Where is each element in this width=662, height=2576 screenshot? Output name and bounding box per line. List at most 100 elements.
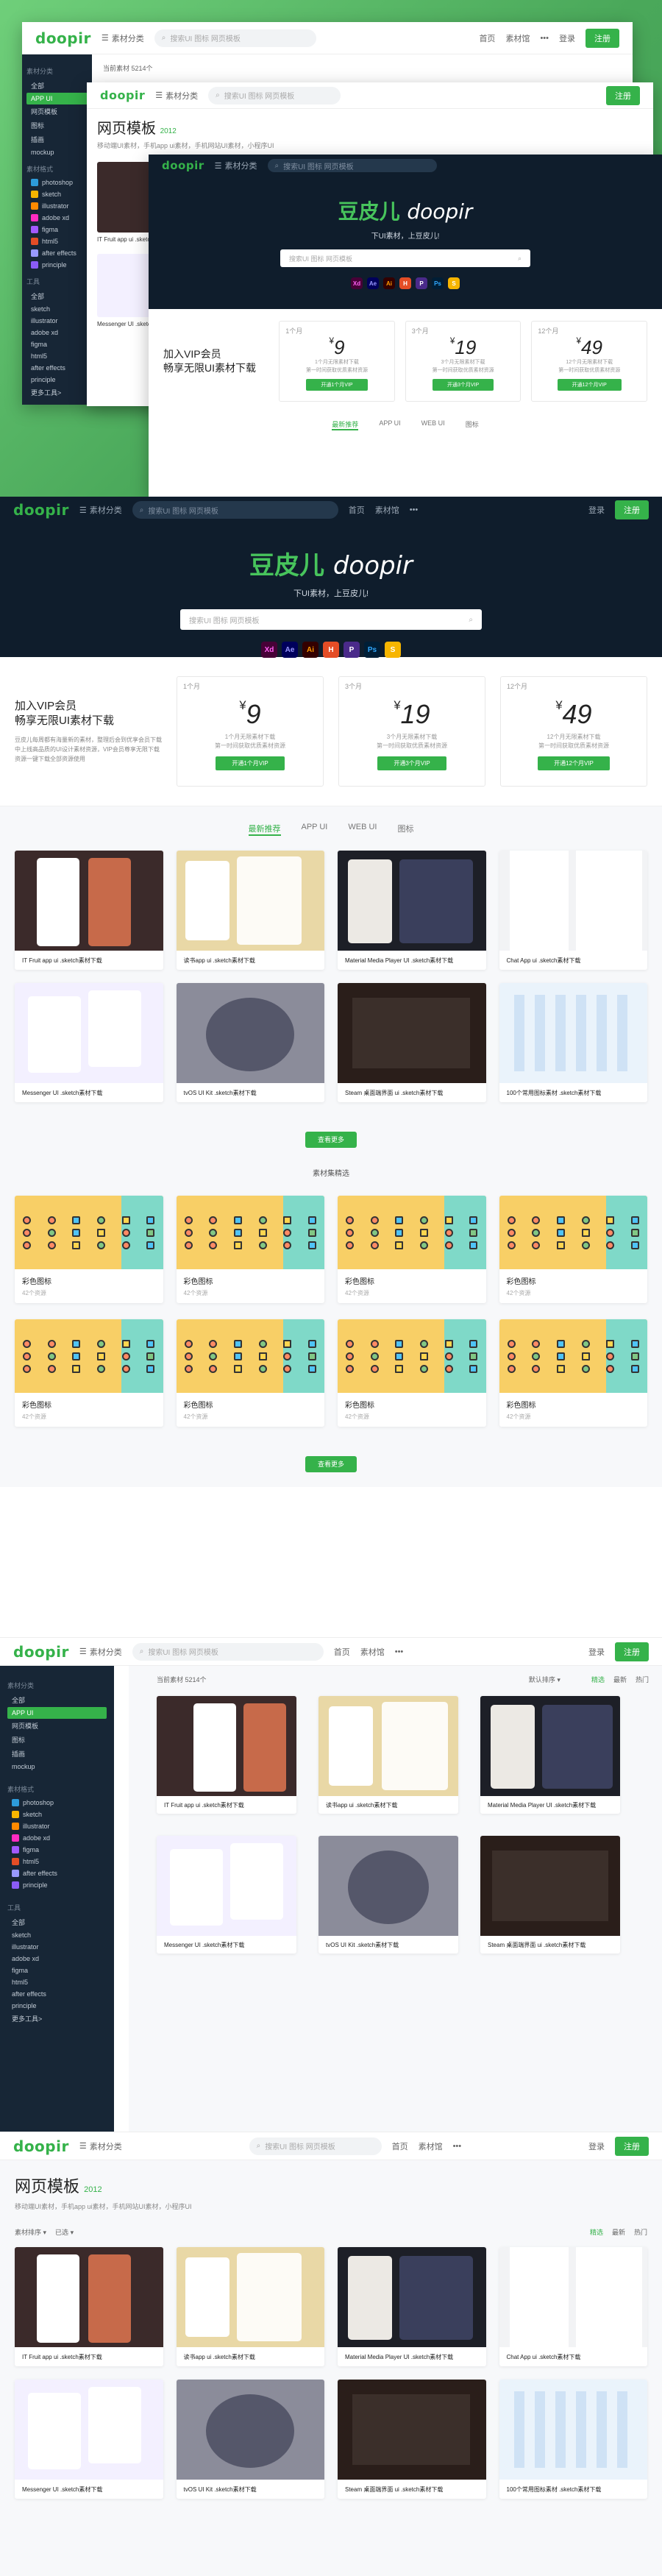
sidebar-item[interactable]: principle	[7, 2000, 107, 2012]
sidebar-item[interactable]: adobe xd	[7, 1832, 107, 1844]
sidebar-item[interactable]: sketch	[7, 1929, 107, 1941]
resource-card[interactable]: tvOS UI Kit .sketch素材下载	[176, 983, 324, 1102]
resource-card[interactable]: 100个常用图标素材 .sketch素材下载	[499, 2380, 647, 2499]
plan-card[interactable]: 1个月 ¥9 1个月无限素材下载 第一时间获取优质素材资源 开通1个月VIP	[279, 321, 395, 402]
sidebar-item[interactable]: adobe xd	[26, 212, 88, 224]
resource-card[interactable]: Material Media Player UI .sketch素材下载	[338, 851, 486, 970]
tab-web-ui[interactable]: WEB UI	[421, 419, 445, 430]
iconset-card[interactable]: 彩色图标 42个资源	[338, 1319, 486, 1427]
sidebar-item[interactable]: after effects	[26, 362, 88, 374]
plan-card[interactable]: 12个月 ¥49 12个月无限素材下载 第一时间获取优质素材资源 开通12个月VIP	[500, 676, 647, 787]
register-button[interactable]: 注册	[615, 1642, 649, 1661]
plan-card[interactable]: 1个月 ¥9 1个月无限素材下载 第一时间获取优质素材资源 开通1个月VIP	[177, 676, 324, 787]
nav-home[interactable]: 首页	[479, 32, 495, 44]
sidebar-item[interactable]: 全部	[7, 1693, 107, 1707]
search-input[interactable]: ⌕ 搜索UI 图标 网页模板	[132, 1642, 324, 1661]
sidebar-item[interactable]: sketch	[26, 188, 88, 200]
nav-library[interactable]: 素材馆	[505, 32, 530, 44]
filter-featured[interactable]: 精选	[591, 1675, 605, 1684]
sidebar-item[interactable]: html5	[26, 235, 88, 247]
load-more-button[interactable]: 查看更多	[305, 1132, 357, 1148]
resource-card[interactable]: 读书app ui .sketch素材下载	[176, 851, 324, 970]
login-link[interactable]: 登录	[588, 1646, 605, 1658]
sidebar-item[interactable]: 网页模板	[26, 104, 88, 118]
logo[interactable]: doopir	[162, 159, 204, 172]
sidebar-item[interactable]: html5	[26, 350, 88, 362]
filter-hot[interactable]: 热门	[636, 1675, 649, 1684]
sidebar-item[interactable]: figma	[26, 224, 88, 235]
sidebar-item[interactable]: photoshop	[7, 1797, 107, 1809]
iconset-card[interactable]: 彩色图标 42个资源	[338, 1196, 486, 1303]
tab-app-ui[interactable]: APP UI	[302, 823, 328, 836]
resource-card[interactable]: Messenger UI .sketch素材下载	[15, 2380, 163, 2499]
sidebar-item[interactable]: 图标	[26, 118, 88, 132]
iconset-card[interactable]: 彩色图标 42个资源	[499, 1196, 647, 1303]
logo[interactable]: doopir	[13, 501, 69, 519]
resource-card[interactable]: Messenger UI .sketch素材下载	[15, 983, 163, 1102]
tab-latest[interactable]: 最新推荐	[248, 823, 281, 836]
sidebar-item[interactable]: 全部	[26, 79, 88, 93]
plan-button[interactable]: 开通12个月VIP	[538, 756, 610, 770]
more-menu[interactable]: •••	[453, 2142, 462, 2151]
logo[interactable]: doopir	[13, 2137, 69, 2155]
search-input[interactable]: ⌕ 搜索UI 图标 网页模板	[208, 86, 341, 104]
login-link[interactable]: 登录	[588, 2140, 605, 2152]
sidebar-item[interactable]: 插画	[26, 132, 88, 146]
sidebar-item[interactable]: adobe xd	[26, 327, 88, 338]
tab-latest[interactable]: 最新推荐	[332, 419, 359, 430]
iconset-card[interactable]: 彩色图标 42个资源	[499, 1319, 647, 1427]
category-menu[interactable]: ☰ 素材分类	[79, 504, 122, 516]
category-menu[interactable]: ☰ 素材分类	[79, 1646, 122, 1658]
sidebar-item-active[interactable]: APP UI	[26, 93, 88, 104]
resource-card[interactable]: Chat App ui .sketch素材下载	[499, 2247, 647, 2366]
category-menu[interactable]: ☰ 素材分类	[155, 90, 198, 102]
sidebar-item[interactable]: illustrator	[7, 1820, 107, 1832]
sidebar-item[interactable]: 全部	[26, 289, 88, 303]
login-link[interactable]: 登录	[588, 504, 605, 516]
sort-dropdown[interactable]: 素材排序 ▾	[15, 2227, 46, 2237]
sidebar-item[interactable]: html5	[7, 1976, 107, 1988]
filter-hot[interactable]: 热门	[634, 2227, 647, 2237]
logo[interactable]: doopir	[13, 1643, 69, 1661]
resource-card[interactable]: 读书app ui .sketch素材下载	[318, 1696, 458, 1814]
resource-card[interactable]: Messenger UI .sketch素材下载	[157, 1836, 296, 1954]
sidebar-item[interactable]: sketch	[26, 303, 88, 315]
nav-library[interactable]: 素材馆	[360, 1646, 385, 1658]
sidebar-item[interactable]: figma	[7, 1844, 107, 1856]
resource-card[interactable]: IT Fruit app ui .sketch素材下载	[157, 1696, 296, 1814]
search-input[interactable]: ⌕ 搜索UI 图标 网页模板	[154, 29, 316, 47]
resource-card[interactable]: Steam 桌面端界面 ui .sketch素材下载	[480, 1836, 620, 1954]
nav-library[interactable]: 素材馆	[419, 2140, 443, 2152]
filter-latest[interactable]: 最新	[612, 2227, 625, 2237]
sidebar-item[interactable]: principle	[26, 374, 88, 386]
sidebar-item[interactable]: after effects	[26, 247, 88, 259]
sidebar-item[interactable]: illustrator	[7, 1941, 107, 1953]
search-input[interactable]: ⌕ 搜索UI 图标 网页模板	[132, 501, 338, 519]
register-button[interactable]: 注册	[615, 2136, 649, 2156]
resource-card[interactable]: IT Fruit app ui .sketch素材下载	[15, 2247, 163, 2366]
category-menu[interactable]: ☰ 素材分类	[79, 2140, 122, 2152]
resource-card[interactable]: Material Media Player UI .sketch素材下载	[480, 1696, 620, 1814]
resource-card[interactable]: tvOS UI Kit .sketch素材下载	[176, 2380, 324, 2499]
sidebar-item[interactable]: figma	[7, 1965, 107, 1976]
iconset-card[interactable]: 彩色图标 42个资源	[15, 1196, 163, 1303]
sidebar-item[interactable]: mockup	[7, 1761, 107, 1773]
plan-button[interactable]: 开通3个月VIP	[377, 756, 446, 770]
filter-latest[interactable]: 最新	[613, 1675, 627, 1684]
more-menu[interactable]: •••	[540, 34, 549, 43]
sidebar-item[interactable]: 更多工具>	[26, 386, 88, 400]
nav-home[interactable]: 首页	[349, 504, 365, 516]
register-button[interactable]: 注册	[615, 500, 649, 519]
sidebar-item-active[interactable]: APP UI	[7, 1707, 107, 1719]
hero-search-input[interactable]: 搜索UI 图标 网页模板 ⌕	[280, 249, 530, 267]
nav-library[interactable]: 素材馆	[375, 504, 399, 516]
resource-card[interactable]: 读书app ui .sketch素材下载	[176, 2247, 324, 2366]
sort-dropdown[interactable]: 默认排序 ▾	[529, 1675, 560, 1684]
sidebar-item[interactable]: 全部	[7, 1915, 107, 1929]
sidebar-item[interactable]: after effects	[7, 1988, 107, 2000]
more-menu[interactable]: •••	[410, 505, 419, 514]
tab-icons[interactable]: 图标	[398, 823, 414, 836]
nav-home[interactable]: 首页	[392, 2140, 408, 2152]
logo[interactable]: doopir	[100, 88, 145, 102]
iconset-card[interactable]: 彩色图标 42个资源	[15, 1319, 163, 1427]
